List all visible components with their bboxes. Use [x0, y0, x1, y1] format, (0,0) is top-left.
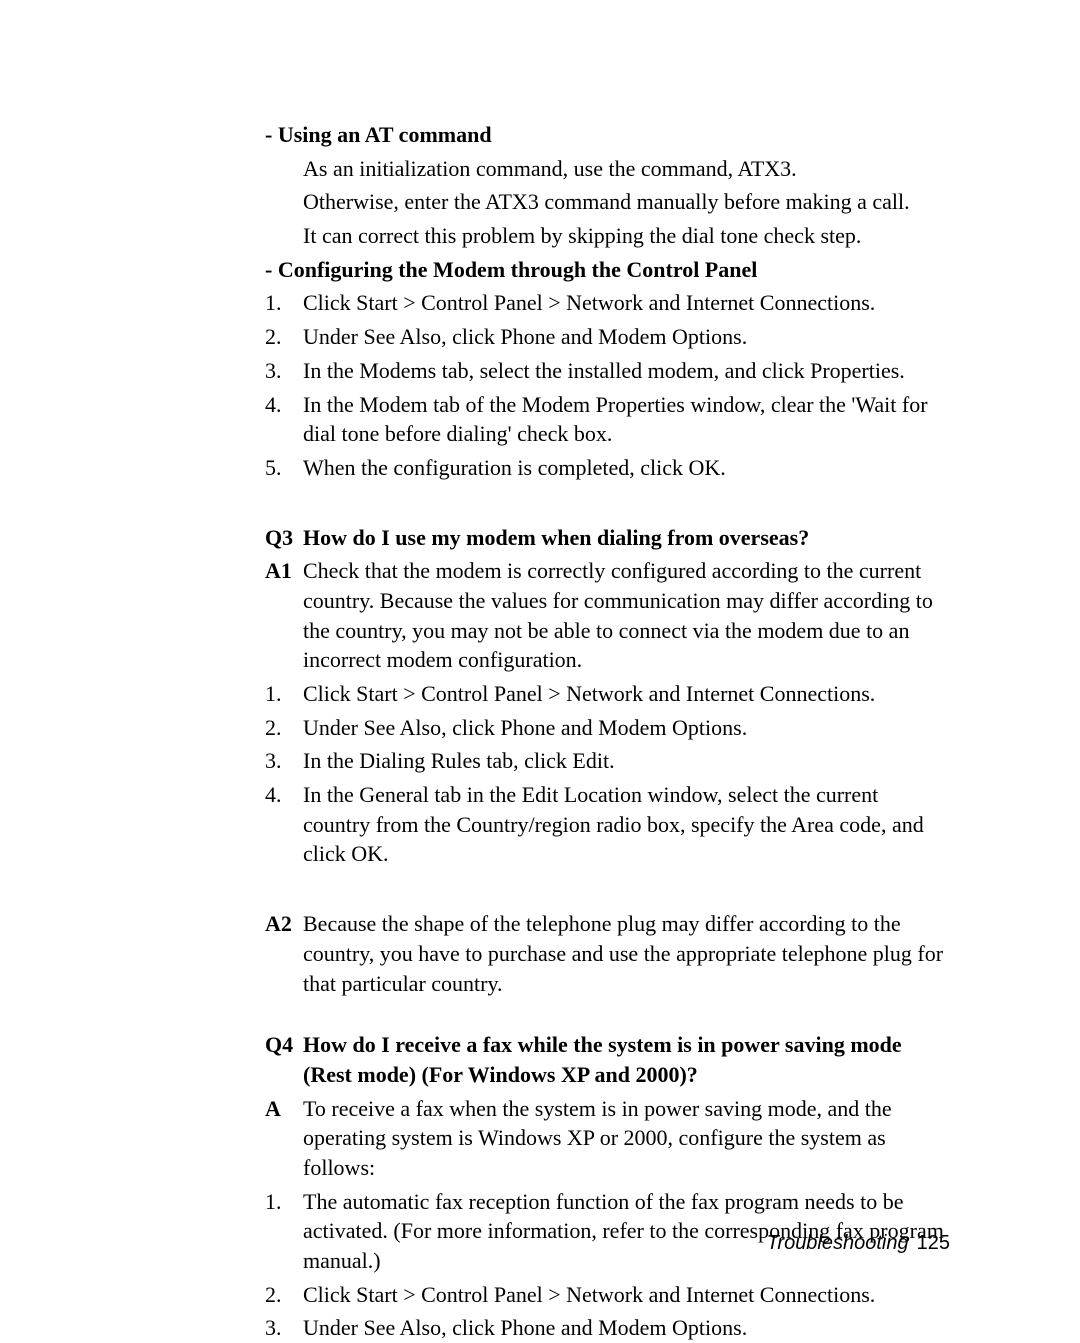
- list-text: In the Modem tab of the Modem Properties…: [303, 390, 950, 449]
- list-text: Click Start > Control Panel > Network an…: [303, 1280, 950, 1310]
- qa-label: A: [265, 1094, 303, 1183]
- list-item: 4. In the General tab in the Edit Locati…: [265, 780, 950, 869]
- question-q4: Q4 How do I receive a fax while the syst…: [265, 1030, 950, 1089]
- list-text: Under See Also, click Phone and Modem Op…: [303, 713, 950, 743]
- list-item: 1. Click Start > Control Panel > Network…: [265, 288, 950, 318]
- page-footer: Troubleshooting 125: [767, 1230, 950, 1257]
- list-item: 2. Under See Also, click Phone and Modem…: [265, 322, 950, 352]
- qa-label: Q3: [265, 523, 303, 553]
- list-number: 4.: [265, 390, 303, 449]
- list-text: Under See Also, click Phone and Modem Op…: [303, 322, 950, 352]
- list-text: When the configuration is completed, cli…: [303, 453, 950, 483]
- list-number: 5.: [265, 453, 303, 483]
- list-number: 2.: [265, 713, 303, 743]
- list-number: 3.: [265, 746, 303, 776]
- footer-page-number: 125: [917, 1232, 950, 1254]
- list-item: 3. In the Modems tab, select the install…: [265, 356, 950, 386]
- list-text: In the Modems tab, select the installed …: [303, 356, 950, 386]
- qa-label: A1: [265, 556, 303, 675]
- list-number: 2.: [265, 1280, 303, 1310]
- list-number: 2.: [265, 322, 303, 352]
- question-text: How do I use my modem when dialing from …: [303, 523, 950, 553]
- list-number: 1.: [265, 1187, 303, 1276]
- answer-a: A To receive a fax when the system is in…: [265, 1094, 950, 1183]
- page-container: - Using an AT command As an initializati…: [0, 0, 1080, 1309]
- answer-a2: A2 Because the shape of the telephone pl…: [265, 909, 950, 998]
- list-text: Click Start > Control Panel > Network an…: [303, 288, 950, 318]
- answer-a1: A1 Check that the modem is correctly con…: [265, 556, 950, 675]
- list-item: 2. Click Start > Control Panel > Network…: [265, 1280, 950, 1310]
- list-number: 3.: [265, 1313, 303, 1343]
- body-text: It can correct this problem by skipping …: [303, 221, 950, 251]
- list-item: 4. In the Modem tab of the Modem Propert…: [265, 390, 950, 449]
- question-text: How do I receive a fax while the system …: [303, 1030, 950, 1089]
- list-item: 1. Click Start > Control Panel > Network…: [265, 679, 950, 709]
- qa-label: A2: [265, 909, 303, 998]
- list-text: Click Start > Control Panel > Network an…: [303, 679, 950, 709]
- footer-section: Troubleshooting: [767, 1232, 909, 1254]
- list-text: Under See Also, click Phone and Modem Op…: [303, 1313, 950, 1343]
- list-item: 2. Under See Also, click Phone and Modem…: [265, 713, 950, 743]
- list-item: 3. In the Dialing Rules tab, click Edit.: [265, 746, 950, 776]
- body-text: Otherwise, enter the ATX3 command manual…: [303, 187, 950, 217]
- heading-at-command: - Using an AT command: [265, 120, 950, 150]
- answer-text: Check that the modem is correctly config…: [303, 556, 950, 675]
- body-text: As an initialization command, use the co…: [303, 154, 950, 184]
- list-number: 3.: [265, 356, 303, 386]
- list-number: 1.: [265, 679, 303, 709]
- answer-text: Because the shape of the telephone plug …: [303, 909, 950, 998]
- heading-config-modem: - Configuring the Modem through the Cont…: [265, 255, 950, 285]
- qa-label: Q4: [265, 1030, 303, 1089]
- list-number: 1.: [265, 288, 303, 318]
- list-number: 4.: [265, 780, 303, 869]
- list-item: 5. When the configuration is completed, …: [265, 453, 950, 483]
- list-text: In the General tab in the Edit Location …: [303, 780, 950, 869]
- list-text: In the Dialing Rules tab, click Edit.: [303, 746, 950, 776]
- answer-text: To receive a fax when the system is in p…: [303, 1094, 950, 1183]
- list-item: 3. Under See Also, click Phone and Modem…: [265, 1313, 950, 1343]
- question-q3: Q3 How do I use my modem when dialing fr…: [265, 523, 950, 553]
